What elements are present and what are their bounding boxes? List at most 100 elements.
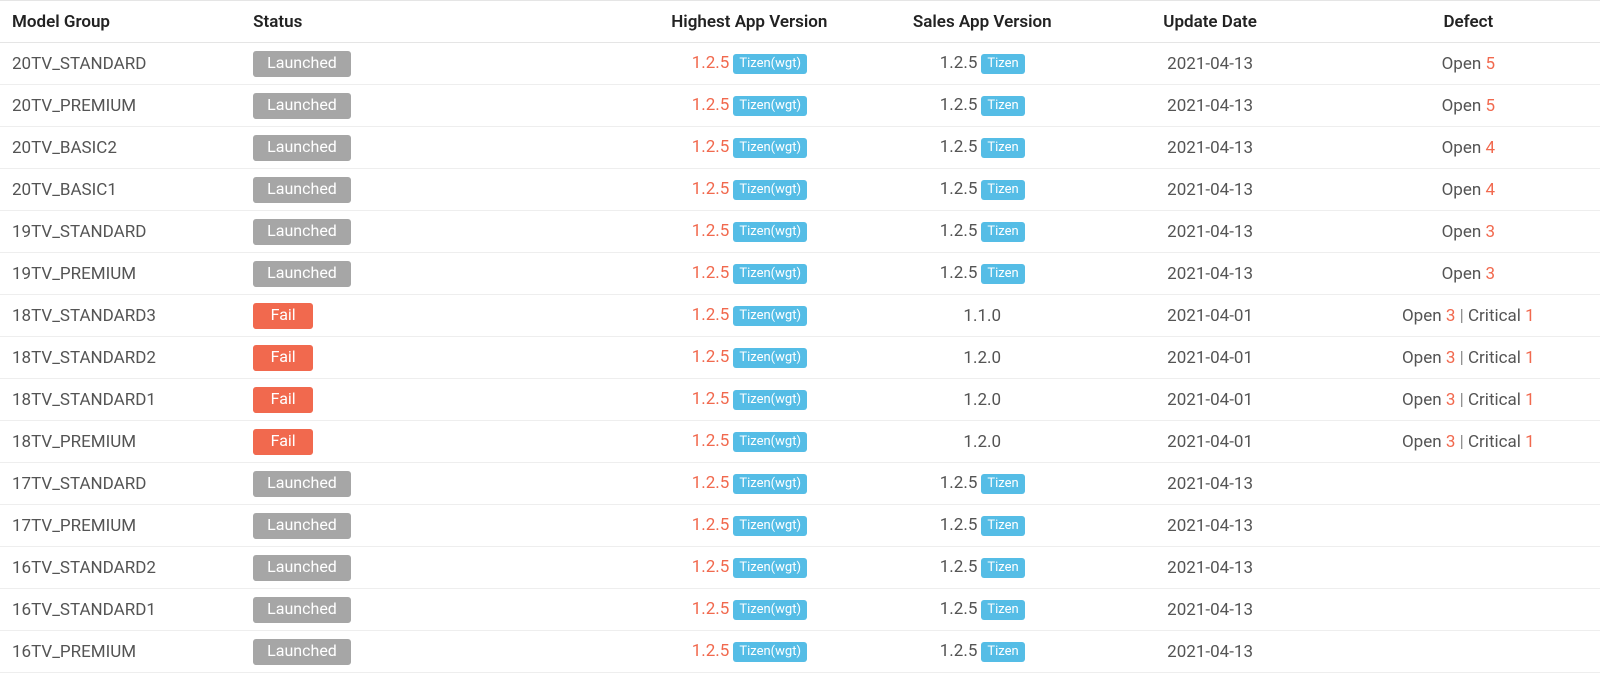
status-badge: Fail: [253, 303, 313, 329]
update-date-value: 2021-04-13: [1167, 558, 1253, 578]
platform-tag: Tizen: [981, 54, 1024, 74]
status-badge: Launched: [253, 639, 351, 665]
cell-sales-app-version: 1.2.5Tizen: [881, 169, 1084, 211]
cell-update-date: 2021-04-13: [1084, 253, 1337, 295]
table-row[interactable]: 18TV_STANDARD2Fail1.2.5Tizen(wgt)1.2.020…: [0, 337, 1600, 379]
table-row[interactable]: 20TV_BASIC2Launched1.2.5Tizen(wgt)1.2.5T…: [0, 127, 1600, 169]
model-status-table: Model Group Status Highest App Version S…: [0, 0, 1600, 673]
cell-update-date: 2021-04-01: [1084, 337, 1337, 379]
header-highest-app-version[interactable]: Highest App Version: [618, 1, 881, 43]
model-group-value: 18TV_STANDARD2: [12, 348, 156, 368]
cell-status: Fail: [253, 379, 618, 421]
update-date-value: 2021-04-13: [1167, 222, 1253, 242]
cell-status: Launched: [253, 547, 618, 589]
table-row[interactable]: 20TV_BASIC1Launched1.2.5Tizen(wgt)1.2.5T…: [0, 169, 1600, 211]
cell-model-group: 18TV_STANDARD1: [0, 379, 253, 421]
status-badge: Launched: [253, 51, 351, 77]
model-group-value: 19TV_PREMIUM: [12, 264, 136, 284]
model-group-value: 17TV_PREMIUM: [12, 516, 136, 536]
update-date-value: 2021-04-13: [1167, 474, 1253, 494]
cell-highest-app-version: 1.2.5Tizen(wgt): [618, 421, 881, 463]
cell-sales-app-version: 1.2.5Tizen: [881, 211, 1084, 253]
model-group-value: 16TV_PREMIUM: [12, 642, 136, 662]
cell-defect: [1337, 547, 1600, 589]
table-row[interactable]: 19TV_PREMIUMLaunched1.2.5Tizen(wgt)1.2.5…: [0, 253, 1600, 295]
sales-app-version-value: 1.2.5: [940, 263, 978, 283]
cell-highest-app-version: 1.2.5Tizen(wgt): [618, 505, 881, 547]
model-group-value: 20TV_BASIC2: [12, 138, 117, 158]
cell-model-group: 17TV_STANDARD: [0, 463, 253, 505]
cell-defect: Open 4: [1337, 169, 1600, 211]
header-status[interactable]: Status: [253, 1, 618, 43]
defect-open-label: Open: [1442, 96, 1482, 116]
defect-open-count: 3: [1485, 264, 1495, 284]
table-row[interactable]: 19TV_STANDARDLaunched1.2.5Tizen(wgt)1.2.…: [0, 211, 1600, 253]
platform-tag: Tizen(wgt): [733, 600, 807, 620]
table-row[interactable]: 16TV_PREMIUMLaunched1.2.5Tizen(wgt)1.2.5…: [0, 631, 1600, 673]
table-row[interactable]: 20TV_STANDARDLaunched 1.2.5Tizen(wgt) 1.2.…: [0, 43, 1600, 85]
header-defect[interactable]: Defect: [1337, 1, 1600, 43]
platform-tag: Tizen(wgt): [733, 558, 807, 578]
defect-open-label: Open: [1402, 348, 1442, 368]
table-row[interactable]: 16TV_STANDARD2Launched1.2.5Tizen(wgt)1.2…: [0, 547, 1600, 589]
update-date-value: 2021-04-13: [1167, 54, 1253, 74]
cell-highest-app-version: 1.2.5Tizen(wgt): [618, 43, 881, 85]
table-row[interactable]: 17TV_STANDARDLaunched1.2.5Tizen(wgt)1.2.…: [0, 463, 1600, 505]
status-badge: Launched: [253, 177, 351, 203]
defect-open-count: 3: [1446, 432, 1456, 452]
table-row[interactable]: 18TV_PREMIUMFail1.2.5Tizen(wgt)1.2.02021…: [0, 421, 1600, 463]
defect-separator: |: [1455, 390, 1468, 410]
model-group-value: 20TV_PREMIUM: [12, 96, 136, 116]
highest-app-version-value: 1.2.5: [692, 557, 730, 577]
defect-open-label: Open: [1402, 306, 1442, 326]
cell-sales-app-version: 1.2.5Tizen: [881, 505, 1084, 547]
sales-app-version-value: 1.2.5: [940, 137, 978, 157]
cell-status: Fail: [253, 295, 618, 337]
table-row[interactable]: 18TV_STANDARD3Fail1.2.5Tizen(wgt)1.1.020…: [0, 295, 1600, 337]
table-row[interactable]: 16TV_STANDARD1Launched1.2.5Tizen(wgt)1.2…: [0, 589, 1600, 631]
status-badge: Launched: [253, 555, 351, 581]
cell-model-group: 20TV_BASIC1: [0, 169, 253, 211]
table-row[interactable]: 18TV_STANDARD1Fail1.2.5Tizen(wgt)1.2.020…: [0, 379, 1600, 421]
status-badge: Launched: [253, 513, 351, 539]
cell-defect: Open 3: [1337, 211, 1600, 253]
highest-app-version-value: 1.2.5: [692, 179, 730, 199]
cell-status: Launched: [253, 43, 618, 85]
cell-status: Fail: [253, 421, 618, 463]
status-badge: Launched: [253, 597, 351, 623]
cell-highest-app-version: 1.2.5Tizen(wgt): [618, 337, 881, 379]
platform-tag: Tizen: [981, 516, 1024, 536]
defect-open-label: Open: [1402, 432, 1442, 452]
platform-tag: Tizen: [981, 264, 1024, 284]
platform-tag: Tizen(wgt): [733, 432, 807, 452]
sales-app-version-value: 1.2.5: [940, 179, 978, 199]
sales-app-version-value: 1.1.0: [963, 306, 1001, 326]
sales-app-version-value: 1.2.5: [940, 641, 978, 661]
defect-separator: |: [1455, 348, 1468, 368]
cell-defect: Open 3 | Critical 1: [1337, 337, 1600, 379]
table-row[interactable]: 20TV_PREMIUM Launched1.2.5Tizen(wgt)1.2.5…: [0, 85, 1600, 127]
cell-model-group: 20TV_STANDARD: [0, 43, 253, 85]
platform-tag: Tizen(wgt): [733, 390, 807, 410]
cell-sales-app-version: 1.2.5Tizen: [881, 547, 1084, 589]
cell-highest-app-version: 1.2.5Tizen(wgt): [618, 85, 881, 127]
cell-model-group: 17TV_PREMIUM: [0, 505, 253, 547]
cell-update-date: 2021-04-13: [1084, 169, 1337, 211]
table-row[interactable]: 17TV_PREMIUM Launched 1.2.5Tizen(wgt)1.2.5…: [0, 505, 1600, 547]
header-model-group[interactable]: Model Group: [0, 1, 253, 43]
platform-tag: Tizen(wgt): [733, 474, 807, 494]
cell-model-group: 16TV_PREMIUM: [0, 631, 253, 673]
cell-sales-app-version: 1.2.5Tizen: [881, 85, 1084, 127]
header-update-date[interactable]: Update Date: [1084, 1, 1337, 43]
sales-app-version-value: 1.2.5: [940, 53, 978, 73]
defect-open-count: 5: [1485, 96, 1495, 116]
cell-highest-app-version: 1.2.5Tizen(wgt): [618, 463, 881, 505]
highest-app-version-value: 1.2.5: [692, 515, 730, 535]
cell-status: Launched: [253, 85, 618, 127]
highest-app-version-value: 1.2.5: [692, 599, 730, 619]
header-sales-app-version[interactable]: Sales App Version: [881, 1, 1084, 43]
defect-open-count: 4: [1485, 180, 1495, 200]
platform-tag: Tizen(wgt): [733, 264, 807, 284]
cell-update-date: 2021-04-13: [1084, 85, 1337, 127]
cell-defect: Open 3 | Critical 1: [1337, 421, 1600, 463]
